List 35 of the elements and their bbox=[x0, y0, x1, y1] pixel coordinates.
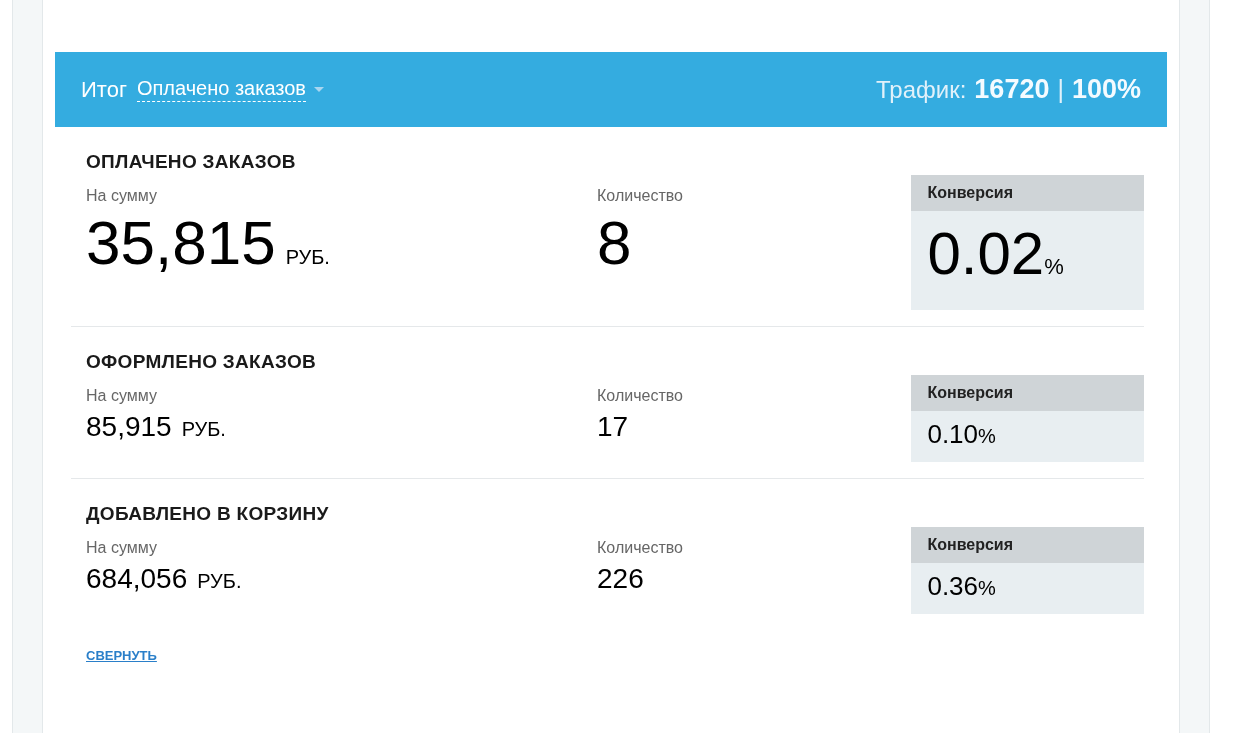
count-label: Количество bbox=[597, 387, 684, 405]
section-title: ОФОРМЛЕНО ЗАКАЗОВ bbox=[86, 351, 317, 373]
sum-label: На сумму bbox=[86, 539, 158, 557]
count-label: Количество bbox=[597, 539, 684, 557]
sum-label: На сумму bbox=[86, 187, 158, 205]
section-title: ОПЛАЧЕНО ЗАКАЗОВ bbox=[86, 151, 297, 173]
count-value: 226 bbox=[597, 563, 644, 594]
sum-value: 85,915 bbox=[86, 411, 172, 442]
currency: РУБ. bbox=[285, 246, 330, 268]
metric-dropdown[interactable]: Оплачено заказов bbox=[136, 77, 306, 102]
collapse-link[interactable]: СВЕРНУТЬ bbox=[86, 648, 157, 663]
sum-value: 684,056 bbox=[86, 563, 188, 594]
count-value: 8 bbox=[597, 208, 632, 277]
percent-unit: % bbox=[978, 425, 996, 447]
percent-unit: % bbox=[1044, 254, 1064, 279]
percent-unit: % bbox=[978, 577, 996, 599]
traffic-label: Трафик: bbox=[876, 75, 967, 104]
count-value: 17 bbox=[597, 411, 629, 442]
sum-value: 35,815 bbox=[86, 208, 276, 277]
conversion-label: Конверсия bbox=[911, 527, 1144, 563]
conversion-value: 0.02 bbox=[927, 220, 1045, 287]
conversion-label: Конверсия bbox=[911, 175, 1144, 211]
currency: РУБ. bbox=[181, 418, 226, 440]
section-title: ДОБАВЛЕНО В КОРЗИНУ bbox=[86, 503, 330, 525]
currency: РУБ. bbox=[197, 570, 242, 592]
conversion-value: 0.10 bbox=[927, 419, 979, 449]
traffic-percent: 100% bbox=[1071, 74, 1141, 105]
sum-label: На сумму bbox=[86, 387, 158, 405]
caret-icon bbox=[314, 86, 324, 93]
traffic-value: 16720 bbox=[974, 74, 1050, 105]
separator: | bbox=[1057, 75, 1064, 104]
header-title: Итог bbox=[81, 76, 127, 103]
conversion-label: Конверсия bbox=[911, 375, 1144, 411]
conversion-value: 0.36 bbox=[927, 571, 979, 601]
count-label: Количество bbox=[597, 187, 684, 205]
